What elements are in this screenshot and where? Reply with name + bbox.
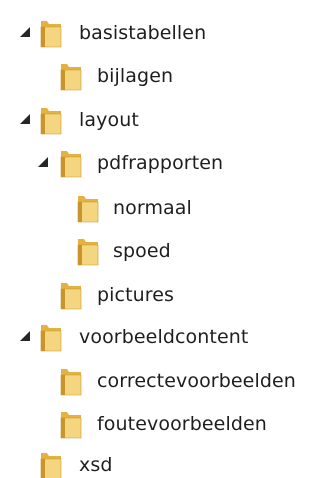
folder-icon	[60, 64, 82, 91]
folder-icon	[40, 21, 62, 48]
tree-item-label: pdfrapporten	[97, 152, 224, 174]
tree-item-label: basistabellen	[79, 22, 207, 44]
tree-item-label: pictures	[97, 284, 175, 306]
tree-item-label: spoed	[113, 240, 171, 262]
folder-icon	[60, 369, 82, 396]
expanded-arrow-icon[interactable]	[38, 157, 48, 167]
folder-icon	[77, 239, 99, 266]
tree-item-label: normaal	[113, 197, 192, 219]
expanded-arrow-icon[interactable]	[20, 27, 30, 37]
folder-icon	[60, 151, 82, 178]
folder-icon	[40, 453, 62, 478]
tree-item-label: bijlagen	[97, 65, 174, 87]
expanded-arrow-icon[interactable]	[20, 331, 30, 341]
tree-item-label: correctevoorbeelden	[97, 370, 296, 392]
tree-item-label: voorbeeldcontent	[79, 326, 249, 348]
expanded-arrow-icon[interactable]	[20, 114, 30, 124]
tree-item-label: foutevoorbeelden	[97, 413, 267, 435]
tree-item-label: layout	[79, 109, 139, 131]
folder-icon	[60, 412, 82, 439]
folder-tree: basistabellen bijlagen layout pdfrapport…	[0, 0, 328, 478]
folder-icon	[77, 196, 99, 223]
folder-icon	[40, 108, 62, 135]
folder-icon	[40, 325, 62, 352]
tree-item-label: xsd	[79, 454, 113, 476]
folder-icon	[60, 283, 82, 310]
